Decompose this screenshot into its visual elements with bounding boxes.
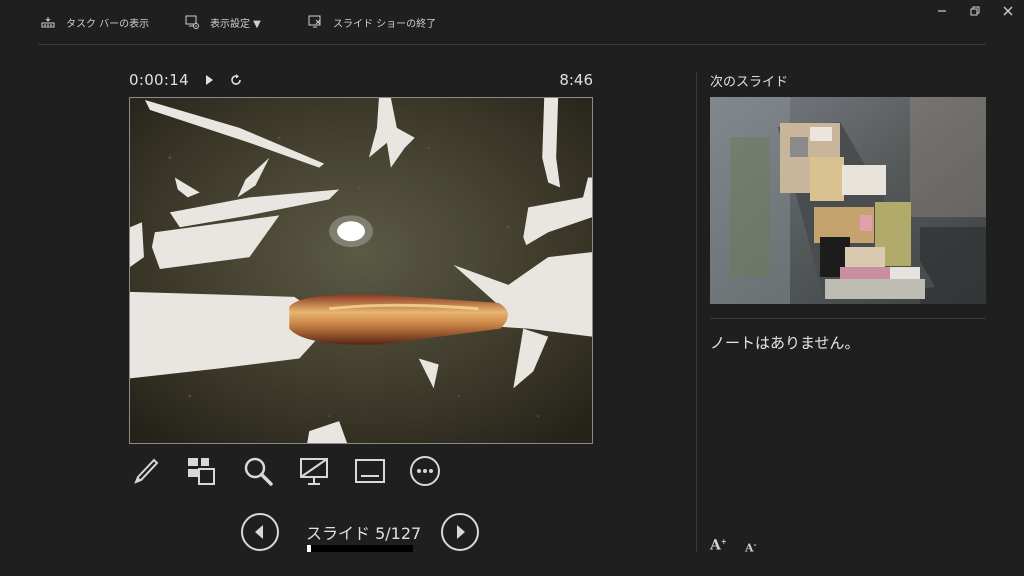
- see-all-slides-icon: [188, 458, 215, 485]
- current-slide-image[interactable]: [129, 97, 593, 444]
- close-button[interactable]: [997, 2, 1019, 20]
- next-slide-icon: [441, 513, 479, 551]
- next-slide-button[interactable]: [440, 512, 480, 552]
- slide-counter[interactable]: スライド 5/127: [306, 520, 421, 544]
- black-screen-button[interactable]: [297, 454, 331, 488]
- slide-progress-bar: [307, 545, 413, 552]
- slide-progress-fill: [307, 545, 312, 552]
- show-taskbar-button[interactable]: タスク バーの表示: [40, 14, 149, 30]
- next-slide-preview[interactable]: [710, 97, 986, 304]
- next-slide-label: 次のスライド: [710, 75, 789, 90]
- increase-font-label: A: [710, 537, 721, 554]
- zoom-icon: [244, 457, 273, 486]
- display-settings-icon: [185, 15, 199, 29]
- show-taskbar-label: タスク バーの表示: [66, 18, 150, 30]
- reset-icon: [231, 74, 241, 85]
- pane-divider: [696, 72, 697, 552]
- zoom-button[interactable]: [241, 454, 275, 488]
- display-settings-button[interactable]: 表示設定 ▼: [184, 14, 261, 30]
- restore-button[interactable]: [964, 2, 986, 20]
- subtitles-icon: [355, 459, 385, 483]
- pause-timer-button[interactable]: [201, 72, 217, 88]
- presenter-view: タスク バーの表示 表示設定 ▼ スライド ショーの終了 0:00:14 8:4…: [0, 0, 1024, 576]
- reset-timer-button[interactable]: [228, 72, 244, 88]
- previous-slide-icon: [241, 513, 279, 551]
- see-all-slides-button[interactable]: [184, 454, 218, 488]
- pen-icon: [134, 458, 159, 484]
- toolbar-divider: [38, 44, 986, 45]
- subtitles-button[interactable]: [353, 454, 387, 488]
- notes-divider: [710, 318, 986, 319]
- end-show-icon: [308, 15, 321, 28]
- current-time: 8:46: [559, 71, 593, 89]
- pen-tools-button[interactable]: [129, 454, 163, 488]
- more-options-button[interactable]: [408, 454, 442, 488]
- speaker-notes: ノートはありません。: [710, 334, 860, 352]
- next-slide-photo: [710, 97, 986, 304]
- minimize-icon: [938, 10, 946, 12]
- increase-font-button[interactable]: A+: [710, 537, 727, 554]
- decrease-font-button[interactable]: A-: [745, 540, 756, 555]
- more-options-icon: [410, 456, 440, 486]
- decrease-font-mark: -: [753, 540, 757, 549]
- end-slide-show-label: スライド ショーの終了: [333, 18, 437, 30]
- black-screen-icon: [300, 458, 328, 485]
- close-icon: [1003, 6, 1013, 16]
- taskbar-icon: [41, 17, 55, 28]
- end-slide-show-button[interactable]: スライド ショーの終了: [307, 14, 436, 30]
- play-icon: [206, 75, 213, 85]
- top-toolbar: タスク バーの表示 表示設定 ▼ スライド ショーの終了: [0, 0, 1024, 44]
- increase-font-mark: +: [720, 537, 727, 546]
- restore-icon: [970, 6, 980, 16]
- slide-photo: [130, 98, 592, 443]
- previous-slide-button[interactable]: [240, 512, 280, 552]
- display-settings-label: 表示設定 ▼: [210, 18, 261, 30]
- elapsed-timer: 0:00:14: [129, 71, 189, 89]
- minimize-button[interactable]: [931, 2, 953, 20]
- decrease-font-label: A: [745, 541, 754, 555]
